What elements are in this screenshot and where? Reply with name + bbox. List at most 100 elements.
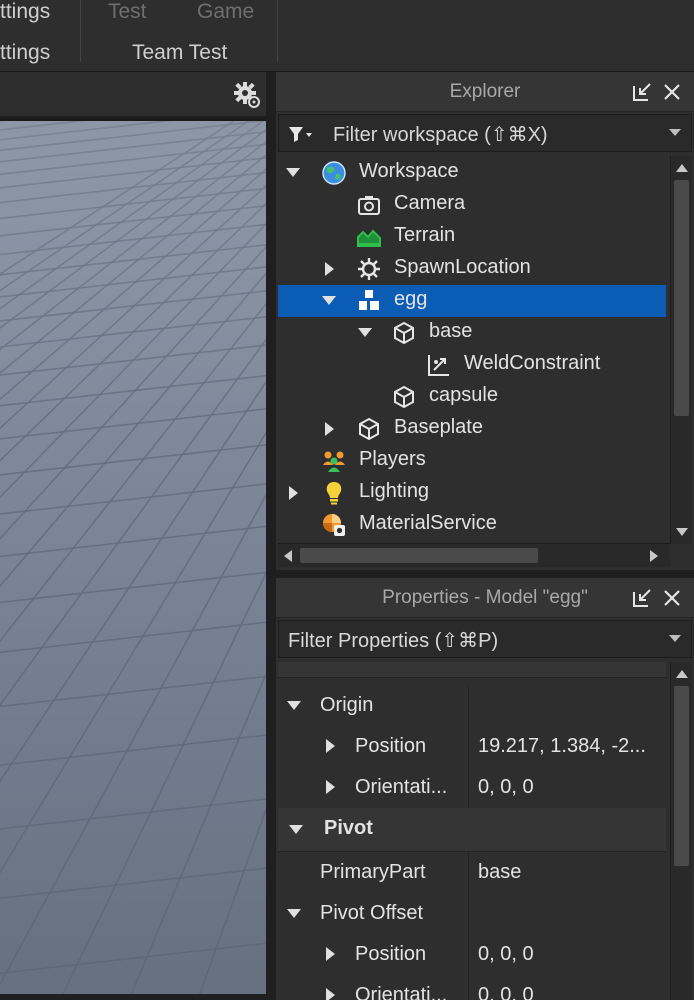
explorer-horizontal-scrollbar[interactable] [278,543,670,567]
property-row-offset-position[interactable]: Position 0, 0, 0 [278,934,666,976]
scrollbar-thumb[interactable] [674,180,689,416]
column-divider [468,726,469,768]
property-row-position[interactable]: Position 19.217, 1.384, -2... [278,726,666,768]
ribbon-tab-test[interactable]: Test [108,0,147,24]
ribbon-separator [277,0,278,62]
tree-item-egg[interactable]: egg [278,285,666,317]
explorer-title-bar: Explorer [276,72,694,112]
part-icon [394,321,414,345]
property-category-label: Pivot [324,817,373,839]
property-value[interactable]: 0, 0, 0 [478,776,664,799]
property-name: Origin [320,694,374,716]
close-icon[interactable] [660,586,684,610]
viewport-toolbar [0,72,272,116]
column-divider [468,934,469,976]
3d-viewport[interactable] [0,118,266,994]
part-icon [359,417,379,441]
tree-item-label: SpawnLocation [394,256,531,278]
explorer-filter-input[interactable]: Filter workspace (⇧⌘X) [278,114,692,152]
expand-arrow-icon[interactable] [287,909,301,918]
property-row-orientation[interactable]: Orientati... 0, 0, 0 [278,767,666,809]
tree-item-material-service[interactable]: MaterialService [278,509,666,541]
ribbon-tab-game[interactable]: Game [197,0,254,24]
scroll-up-arrow-icon[interactable] [676,670,688,678]
tree-item-label: Camera [394,192,466,214]
property-name: Position [355,735,427,757]
property-name: Orientati... [355,984,448,1000]
property-row-pivot-offset[interactable]: Pivot Offset [278,893,666,935]
material-service-icon [323,514,345,536]
scroll-right-arrow-icon[interactable] [650,550,658,562]
property-value[interactable]: 0, 0, 0 [478,943,664,966]
property-category-transform [278,662,666,678]
ribbon-tab-settings[interactable]: ttings [0,41,50,65]
column-divider [468,767,469,809]
property-value[interactable]: base [478,861,664,884]
close-icon[interactable] [660,80,684,104]
properties-vertical-scrollbar[interactable] [670,662,692,1000]
camera-icon [358,196,380,215]
expand-arrow-icon[interactable] [289,486,298,500]
explorer-vertical-scrollbar[interactable] [670,156,692,544]
filter-funnel-icon [289,127,312,142]
expand-arrow-icon[interactable] [289,825,303,834]
properties-filter-placeholder: Filter Properties (⇧⌘P) [288,630,499,652]
chevron-down-icon[interactable] [669,129,681,136]
dock-icon[interactable] [630,80,654,104]
scroll-left-arrow-icon[interactable] [284,550,292,562]
scroll-down-arrow-icon[interactable] [676,528,688,536]
ribbon-tab-team-test[interactable]: Team Test [132,41,227,65]
scrollbar-thumb[interactable] [674,686,689,866]
panel-splitter[interactable] [266,72,276,1000]
tree-item-label: Terrain [394,224,456,246]
expand-arrow-icon[interactable] [325,262,334,276]
expand-arrow-icon[interactable] [322,296,336,305]
expand-arrow-icon[interactable] [286,168,300,177]
tree-item-label: Workspace [359,160,459,182]
column-divider [468,975,469,1000]
chevron-down-icon[interactable] [669,635,681,642]
properties-panel: Properties - Model "egg" Filter Properti… [276,578,694,1000]
column-divider [468,685,469,727]
expand-arrow-icon[interactable] [325,422,334,436]
tree-item-capsule[interactable]: capsule [278,381,666,413]
property-row-primary-part[interactable]: PrimaryPart base [278,852,666,894]
dock-icon[interactable] [630,586,654,610]
tree-item-players[interactable]: Players [278,445,666,477]
property-name: Position [355,943,427,965]
property-value[interactable]: 0, 0, 0 [478,984,664,1000]
tree-item-camera[interactable]: Camera [278,189,666,221]
tree-item-spawn-location[interactable]: SpawnLocation [278,253,666,285]
scrollbar-thumb[interactable] [300,548,538,563]
property-value[interactable]: 19.217, 1.384, -2... [478,735,664,758]
tree-item-weld-constraint[interactable]: WeldConstraint [278,349,666,381]
tree-item-workspace[interactable]: Workspace [278,157,666,189]
ribbon-tab-settings-top[interactable]: ttings [0,0,50,24]
workspace-globe-icon [322,161,346,185]
tree-item-lighting[interactable]: Lighting [278,477,666,509]
tree-item-base[interactable]: base [278,317,666,349]
expand-arrow-icon[interactable] [326,947,335,961]
tree-item-label: Lighting [359,480,430,502]
weld-constraint-icon [428,355,449,376]
properties-grid: Origin Position 19.217, 1.384, -2... Ori… [278,662,670,1000]
expand-arrow-icon[interactable] [326,780,335,794]
properties-title-bar: Properties - Model "egg" [276,578,694,618]
scroll-up-arrow-icon[interactable] [676,164,688,172]
property-category-pivot[interactable]: Pivot [278,808,666,852]
tree-item-baseplate[interactable]: Baseplate [278,413,666,445]
tree-item-label: base [429,320,473,342]
properties-filter-input[interactable]: Filter Properties (⇧⌘P) [278,620,692,658]
viewport-settings-gear-icon[interactable] [233,81,261,109]
property-name: PrimaryPart [320,861,426,883]
property-name: Orientati... [355,776,448,798]
tree-item-terrain[interactable]: Terrain [278,221,666,253]
expand-arrow-icon[interactable] [326,739,335,753]
expand-arrow-icon[interactable] [358,328,372,337]
expand-arrow-icon[interactable] [326,988,335,1000]
part-icon [394,385,414,409]
column-divider [468,893,469,935]
property-row-offset-orientation[interactable]: Orientati... 0, 0, 0 [278,975,666,1000]
expand-arrow-icon[interactable] [287,701,301,710]
property-row-origin[interactable]: Origin [278,685,666,727]
